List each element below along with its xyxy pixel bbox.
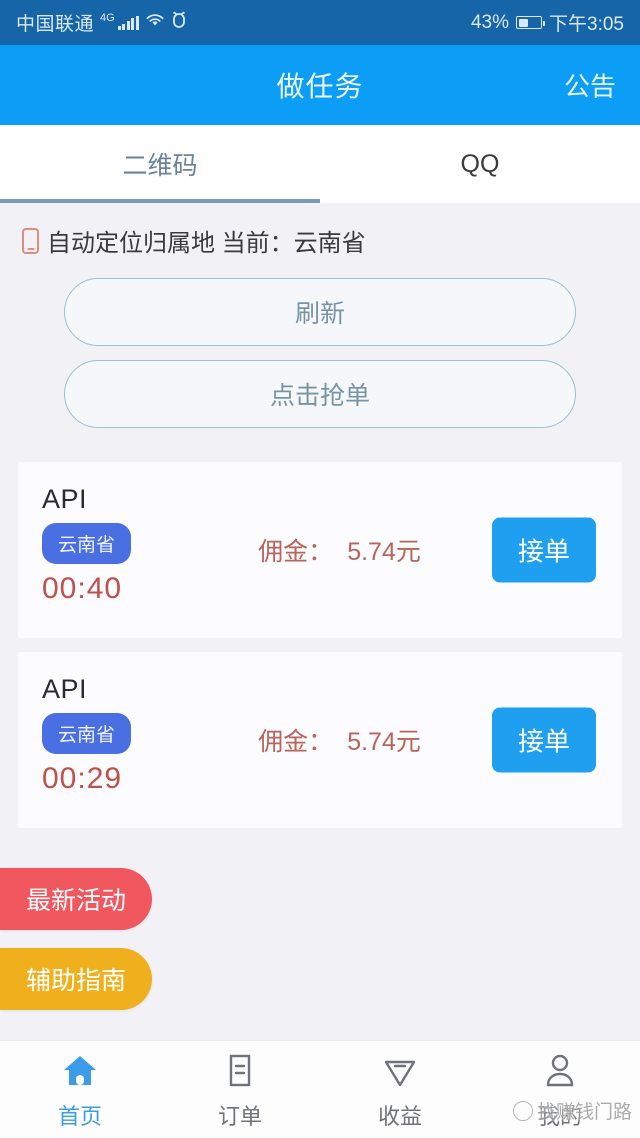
shield-icon	[171, 11, 187, 35]
announcement-button[interactable]: 公告	[564, 67, 616, 104]
wifi-icon	[144, 12, 166, 34]
task-title: API	[42, 484, 88, 514]
carrier-label: 中国联通	[16, 14, 95, 35]
clock-label: 下午3:05	[549, 14, 624, 35]
battery-percent-label: 43%	[470, 11, 510, 33]
tab-qq-label: QQ	[460, 149, 500, 178]
commission-label: 佣金：	[258, 728, 334, 756]
bottom-navigation: 首页 订单 收益 我的 找赚钱门路	[0, 1040, 640, 1138]
nav-item-home-label: 首页	[57, 1103, 102, 1129]
status-bar-left: 中国联通 4G	[16, 9, 187, 36]
battery-icon	[516, 16, 546, 29]
accept-order-button[interactable]: 接单	[491, 707, 596, 773]
phone-icon	[22, 227, 39, 254]
floating-button-group: 最新活动 辅助指南	[0, 868, 152, 1028]
home-icon	[60, 1049, 100, 1091]
person-icon	[540, 1049, 580, 1091]
help-guide-label: 辅助指南	[26, 967, 127, 995]
nav-item-orders-label: 订单	[217, 1103, 262, 1129]
commission-amount: 5.74元	[347, 538, 421, 566]
network-type-label: 4G	[100, 11, 115, 24]
tab-bar: 二维码 QQ	[0, 125, 640, 203]
commission-amount: 5.74元	[347, 728, 421, 756]
task-card[interactable]: API 云南省 00:40 佣金： 5.74元 接单	[18, 462, 622, 638]
tab-qrcode-label: 二维码	[122, 152, 198, 180]
task-card-list: API 云南省 00:40 佣金： 5.74元 接单 API 云南省 00:29 …	[0, 442, 640, 828]
nav-item-earnings[interactable]: 收益	[320, 1041, 480, 1138]
latest-activity-button[interactable]: 最新活动	[0, 868, 152, 930]
commission-row: 佣金： 5.74元	[258, 722, 421, 758]
app-header: 做任务 公告	[0, 45, 640, 125]
accept-order-button[interactable]: 接单	[491, 517, 596, 583]
grab-order-button[interactable]: 点击抢单	[64, 360, 576, 428]
nav-item-home[interactable]: 首页	[0, 1041, 160, 1138]
refresh-button-label: 刷新	[294, 300, 345, 328]
signal-bars-icon	[117, 15, 139, 30]
nav-item-profile-label: 我的	[537, 1103, 582, 1129]
status-bar-right: 43% 下午3:05	[471, 9, 624, 36]
page-title: 做任务	[276, 71, 364, 102]
nav-item-profile[interactable]: 我的	[480, 1041, 640, 1138]
nav-item-orders[interactable]: 订单	[160, 1041, 320, 1138]
latest-activity-label: 最新活动	[26, 887, 127, 915]
task-card[interactable]: API 云南省 00:29 佣金： 5.74元 接单	[18, 652, 622, 828]
region-badge: 云南省	[42, 523, 132, 564]
task-title: API	[42, 674, 88, 704]
diamond-icon	[380, 1049, 420, 1091]
grab-order-button-label: 点击抢单	[269, 382, 370, 410]
refresh-button[interactable]: 刷新	[64, 278, 576, 346]
action-button-group: 刷新 点击抢单	[0, 274, 640, 428]
nav-item-earnings-label: 收益	[377, 1103, 422, 1129]
document-icon	[220, 1049, 260, 1091]
status-bar: 中国联通 4G 43% 下午3:05	[0, 0, 640, 45]
location-label: 自动定位归属地 当前：云南省	[47, 230, 366, 257]
region-badge: 云南省	[42, 713, 132, 754]
commission-row: 佣金： 5.74元	[258, 532, 421, 568]
help-guide-button[interactable]: 辅助指南	[0, 948, 152, 1010]
tab-qq[interactable]: QQ	[320, 125, 640, 203]
tab-qrcode[interactable]: 二维码	[0, 125, 320, 203]
location-row: 自动定位归属地 当前：云南省	[0, 203, 640, 274]
commission-label: 佣金：	[258, 538, 334, 566]
